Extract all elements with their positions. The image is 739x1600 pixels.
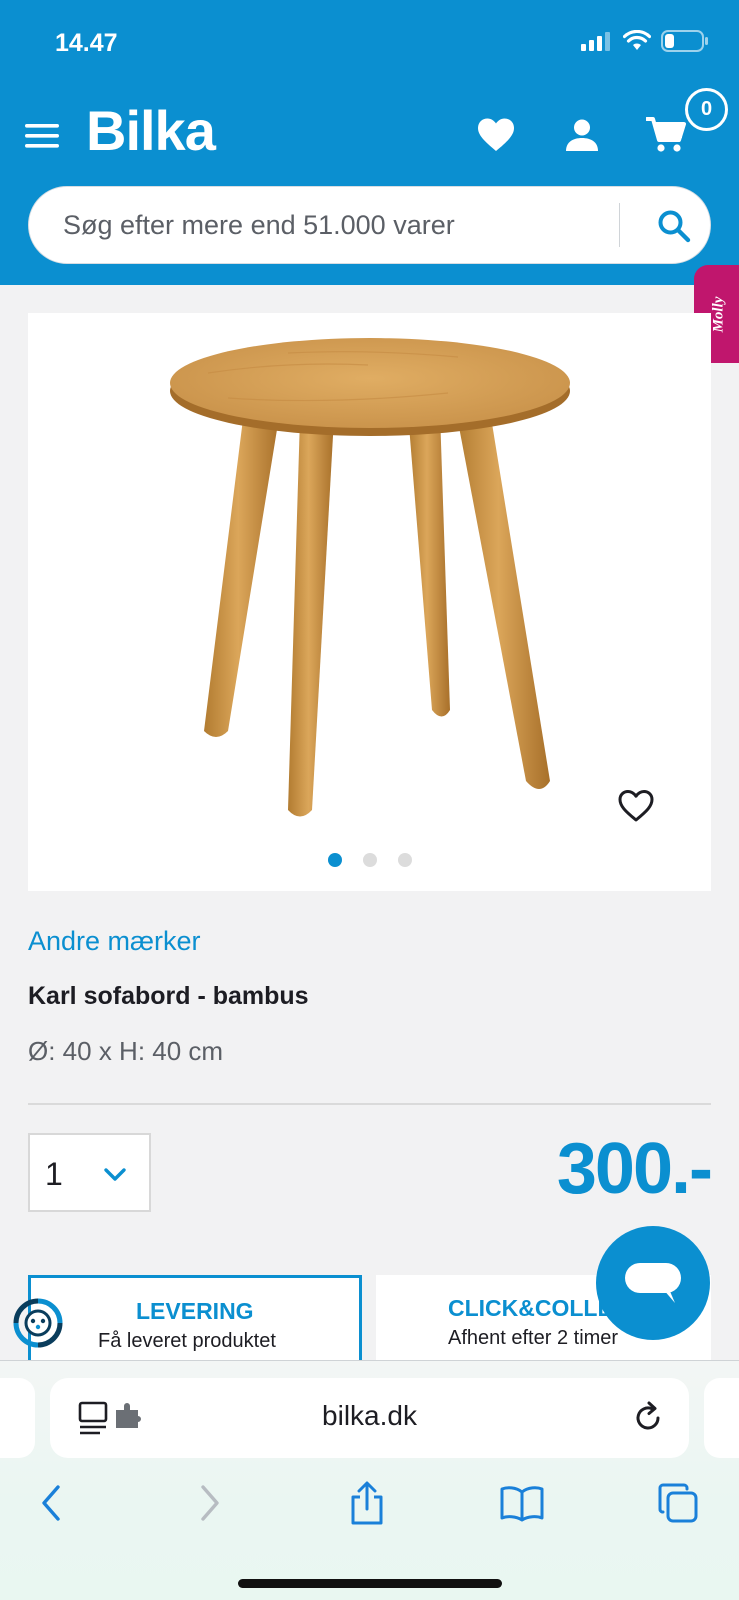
product-dimensions: Ø: 40 x H: 40 cm xyxy=(28,1036,224,1066)
home-indicator xyxy=(238,1579,502,1588)
carousel-dot[interactable] xyxy=(327,853,342,867)
status-icons xyxy=(581,30,709,52)
carousel-dot[interactable] xyxy=(397,853,412,867)
url-text: bilka.dk xyxy=(322,1400,417,1431)
heart-icon xyxy=(478,118,514,151)
search-input[interactable] xyxy=(63,205,623,245)
reload-icon[interactable] xyxy=(630,1400,666,1436)
click-collect-subtitle: Afhent efter 2 timer xyxy=(448,1327,619,1349)
chevron-down-icon xyxy=(104,1168,126,1181)
levering-subtitle: Få leveret produktet xyxy=(98,1330,276,1352)
quantity-select[interactable]: 1 xyxy=(28,1133,151,1212)
next-tab-preview[interactable] xyxy=(704,1378,739,1458)
product-brand-link[interactable]: Andre mærker xyxy=(28,926,201,957)
quantity-value: 1 xyxy=(45,1156,63,1192)
levering-title: LEVERING xyxy=(136,1298,254,1324)
tabs-icon xyxy=(658,1483,698,1523)
forward-icon xyxy=(201,1485,219,1521)
account-button[interactable] xyxy=(560,113,604,157)
cart-button[interactable] xyxy=(644,113,688,157)
product-title: Karl sofabord - bambus xyxy=(28,982,309,1010)
heart-outline-icon xyxy=(618,790,654,822)
back-icon xyxy=(42,1485,60,1521)
chat-icon xyxy=(625,1263,681,1303)
wifi-icon xyxy=(623,30,651,50)
previous-tab-preview[interactable] xyxy=(0,1378,35,1458)
status-time: 14.47 xyxy=(55,29,118,57)
add-to-favorites-button[interactable] xyxy=(613,783,659,829)
bookmarks-button[interactable] xyxy=(497,1478,547,1528)
search-divider xyxy=(619,203,620,247)
carousel-dot[interactable] xyxy=(362,853,377,867)
chat-button[interactable] xyxy=(596,1226,710,1340)
search-bar xyxy=(28,186,711,264)
product-image xyxy=(170,338,570,817)
search-button[interactable] xyxy=(651,203,697,249)
divider xyxy=(28,1103,711,1105)
product-price: 300.- xyxy=(556,1129,713,1209)
search-icon xyxy=(658,210,691,243)
address-bar[interactable]: bilka.dk xyxy=(50,1378,689,1458)
tabs-button[interactable] xyxy=(653,1478,703,1528)
bilka-logo[interactable]: Bilka xyxy=(86,98,216,163)
share-button[interactable] xyxy=(342,1478,392,1528)
share-icon xyxy=(351,1481,383,1525)
back-button[interactable] xyxy=(26,1478,76,1528)
product-image-carousel[interactable] xyxy=(28,313,711,891)
cart-count-badge: 0 xyxy=(685,88,728,131)
forward-button[interactable] xyxy=(185,1478,235,1528)
menu-icon[interactable] xyxy=(25,122,61,150)
battery-icon xyxy=(661,30,708,52)
cart-icon xyxy=(646,117,686,152)
user-icon xyxy=(566,119,598,151)
delivery-icon xyxy=(13,1298,63,1348)
levering-option[interactable]: LEVERING Få leveret produktet xyxy=(28,1275,362,1365)
carousel-dots xyxy=(28,853,711,867)
molly-label: Molly xyxy=(710,296,727,332)
safari-toolbar: bilka.dk xyxy=(0,1360,739,1600)
app-header: 14.47 Bilka 0 xyxy=(0,0,739,285)
bookmarks-icon xyxy=(500,1486,544,1522)
signal-icon xyxy=(581,32,610,51)
favorites-button[interactable] xyxy=(474,113,518,157)
